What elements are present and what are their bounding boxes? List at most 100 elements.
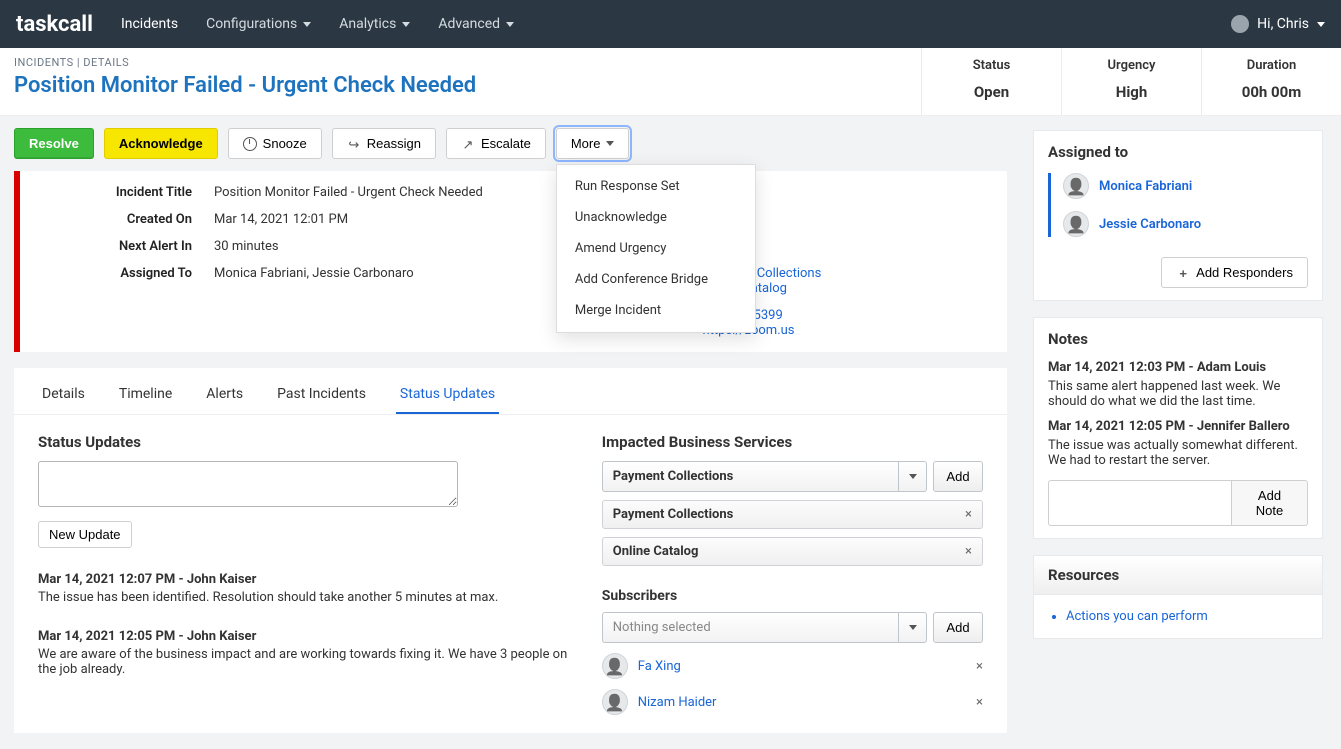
notes-title: Notes — [1048, 330, 1308, 348]
reassign-icon — [347, 137, 361, 151]
brand-logo: taskcall — [16, 12, 93, 37]
status-update-textarea[interactable] — [38, 461, 458, 507]
assigned-to-panel: Assigned to Monica Fabriani Jessie Carbo… — [1033, 130, 1323, 301]
resource-link[interactable]: Actions you can perform — [1066, 609, 1304, 624]
chevron-down-icon — [606, 141, 614, 146]
menu-merge-incident[interactable]: Merge Incident — [557, 295, 755, 326]
more-label: More — [571, 136, 601, 151]
field-incident-title-label: Incident Title — [28, 185, 208, 200]
nav-configurations[interactable]: Configurations — [206, 16, 311, 32]
chevron-down-icon — [898, 613, 926, 642]
field-created-on-label: Created On — [28, 212, 208, 227]
stat-urgency-label: Urgency — [1070, 58, 1193, 73]
menu-unacknowledge[interactable]: Unacknowledge — [557, 202, 755, 233]
impacted-service-selected: Payment Collections — [603, 462, 926, 491]
assignee-name[interactable]: Jessie Carbonaro — [1099, 217, 1201, 232]
remove-subscriber-icon[interactable]: × — [976, 695, 983, 710]
add-responders-button[interactable]: Add Responders — [1161, 257, 1308, 288]
more-button[interactable]: More — [556, 128, 630, 159]
status-update-body: The issue has been identified. Resolutio… — [38, 590, 572, 605]
assignee-name[interactable]: Monica Fabriani — [1099, 179, 1192, 194]
subscriber-select[interactable]: Nothing selected — [602, 612, 927, 643]
escalate-icon — [461, 137, 475, 151]
subscriber-name[interactable]: Fa Xing — [638, 659, 681, 674]
subscriber-select-placeholder: Nothing selected — [603, 613, 926, 642]
menu-run-response-set[interactable]: Run Response Set — [557, 171, 755, 202]
add-responders-label: Add Responders — [1196, 265, 1293, 280]
subscriber-name[interactable]: Nizam Haider — [638, 695, 717, 710]
nav-advanced-label: Advanced — [438, 16, 500, 32]
field-next-alert-label: Next Alert In — [28, 239, 208, 254]
impacted-services-title: Impacted Business Services — [602, 433, 983, 451]
field-created-on-value: Mar 14, 2021 12:01 PM — [214, 212, 511, 227]
stat-status-label: Status — [930, 58, 1053, 73]
escalate-button[interactable]: Escalate — [446, 128, 546, 159]
menu-amend-urgency[interactable]: Amend Urgency — [557, 233, 755, 264]
tab-status-updates[interactable]: Status Updates — [396, 378, 499, 414]
subscriber-row: Fa Xing × — [602, 653, 983, 679]
top-nav: taskcall Incidents Configurations Analyt… — [0, 0, 1341, 48]
chevron-down-icon — [1317, 22, 1325, 27]
page-header: INCIDENTS | DETAILS Position Monitor Fai… — [0, 48, 1341, 116]
note-item: Mar 14, 2021 12:05 PM - Jennifer Ballero… — [1048, 419, 1308, 468]
add-note-button[interactable]: Add Note — [1231, 480, 1308, 526]
note-item: Mar 14, 2021 12:03 PM - Adam Louis This … — [1048, 360, 1308, 409]
notes-panel: Notes Mar 14, 2021 12:03 PM - Adam Louis… — [1033, 317, 1323, 539]
incident-summary-card: Incident Title Position Monitor Failed -… — [14, 171, 1007, 352]
note-head: Mar 14, 2021 12:05 PM - Jennifer Ballero — [1048, 419, 1308, 434]
status-updates-title: Status Updates — [38, 433, 572, 451]
tab-details[interactable]: Details — [38, 378, 89, 414]
acknowledge-button[interactable]: Acknowledge — [104, 128, 218, 159]
nav-analytics[interactable]: Analytics — [339, 16, 410, 32]
resolve-button[interactable]: Resolve — [14, 128, 94, 159]
chevron-down-icon — [303, 22, 311, 27]
reassign-label: Reassign — [367, 136, 421, 151]
add-impacted-service-button[interactable]: Add — [933, 461, 983, 492]
stat-status-value: Open — [930, 83, 1053, 101]
remove-chip-icon[interactable]: × — [965, 507, 972, 522]
add-subscriber-button[interactable]: Add — [933, 612, 983, 643]
subscribers-title: Subscribers — [602, 588, 983, 604]
resources-title: Resources — [1033, 555, 1323, 595]
stat-duration-label: Duration — [1210, 58, 1333, 73]
chevron-down-icon — [898, 462, 926, 491]
resources-panel: Resources Actions you can perform — [1033, 555, 1323, 639]
page-title: Position Monitor Failed - Urgent Check N… — [14, 73, 907, 98]
avatar-icon — [602, 689, 628, 715]
stat-duration-value: 00h 00m — [1210, 83, 1333, 101]
more-menu: Run Response Set Unacknowledge Amend Urg… — [556, 164, 756, 333]
incident-tabs: Details Timeline Alerts Past Incidents S… — [14, 368, 1007, 415]
nav-incidents[interactable]: Incidents — [121, 16, 178, 32]
chevron-down-icon — [506, 22, 514, 27]
tab-past-incidents[interactable]: Past Incidents — [273, 378, 370, 414]
status-update-item: Mar 14, 2021 12:05 PM - John Kaiser We a… — [38, 629, 572, 677]
nav-analytics-label: Analytics — [339, 16, 396, 32]
impacted-service-select[interactable]: Payment Collections — [602, 461, 927, 492]
remove-subscriber-icon[interactable]: × — [976, 659, 983, 674]
impacted-service-chip: Online Catalog × — [602, 537, 983, 566]
note-input[interactable] — [1048, 480, 1231, 526]
chevron-down-icon — [402, 22, 410, 27]
nav-advanced[interactable]: Advanced — [438, 16, 514, 32]
status-update-body: We are aware of the business impact and … — [38, 647, 572, 677]
assignee-row: Jessie Carbonaro — [1063, 211, 1308, 237]
subscriber-row: Nizam Haider × — [602, 689, 983, 715]
tab-timeline[interactable]: Timeline — [115, 378, 176, 414]
field-incident-title-value: Position Monitor Failed - Urgent Check N… — [214, 185, 511, 200]
chip-label: Online Catalog — [613, 544, 699, 559]
reassign-button[interactable]: Reassign — [332, 128, 436, 159]
note-body: The issue was actually somewhat differen… — [1048, 438, 1308, 468]
clock-icon — [243, 137, 257, 151]
field-assigned-to-value: Monica Fabriani, Jessie Carbonaro — [214, 266, 511, 296]
tab-alerts[interactable]: Alerts — [202, 378, 247, 414]
menu-add-conference-bridge[interactable]: Add Conference Bridge — [557, 264, 755, 295]
user-greeting: Hi, Chris — [1257, 16, 1309, 32]
new-update-button[interactable]: New Update — [38, 521, 132, 548]
remove-chip-icon[interactable]: × — [965, 544, 972, 559]
stat-urgency-value: High — [1070, 83, 1193, 101]
avatar-icon — [1063, 173, 1089, 199]
snooze-button[interactable]: Snooze — [228, 128, 322, 159]
stat-duration: Duration 00h 00m — [1201, 48, 1341, 115]
user-menu[interactable]: Hi, Chris — [1231, 15, 1325, 33]
impacted-service-chip: Payment Collections × — [602, 500, 983, 529]
